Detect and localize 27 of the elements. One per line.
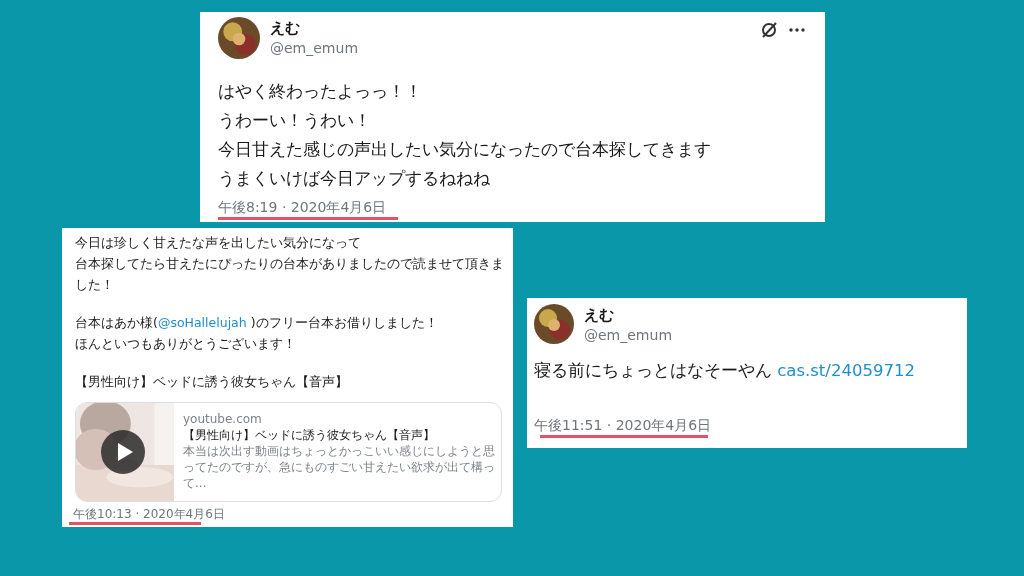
tweet-text: うまくいけば今日アップするねねね [218,167,491,190]
author-handle: @em_emum [584,326,672,345]
link-description: 本当は次出す動画はちょっとかっこいい感じにしようと思ってたのですが、急にものすごい甘えたい欲求が出て構って... [183,443,495,491]
link-domain: youtube.com [183,411,263,427]
author-name: えむ [584,305,615,325]
tweet-text: 寝る前にちょっとはなそーやん cas.st/24059712 [534,360,916,382]
tweet-text: ほんといつもありがとうございます！ [75,335,297,353]
author-handle: @em_emum [270,39,358,58]
link-preview-card[interactable]: youtube.com 【男性向け】ベッドに誘う彼女ちゃん【音声】 本当は次出す動画はちょっとかっこいい感じにしようと思ってたのですが、急にものすごい甘えたい欲求が出て構って... [75,402,502,502]
tweet-text: 今日甘えた感じの声出したい気分になったので台本探してきます [218,138,712,161]
timestamp: 午後8:19 · 2020年4月6日 [218,198,387,217]
play-icon[interactable] [101,430,145,474]
slashed-circle-icon[interactable] [759,20,779,40]
tweet-text: 【男性向け】ベッドに誘う彼女ちゃん【音声】 [75,373,349,391]
tweet-text: 台本はあか様(@soHallelujah )のフリー台本お借りしました！ [75,314,439,332]
tweet-text: 今日は珍しく甘えたな声を出したい気分になって [75,234,362,252]
author-name: えむ [270,18,301,38]
timestamp: 午後11:51 · 2020年4月6日 [534,416,712,435]
link[interactable]: @soHallelujah [157,315,247,330]
tweet-text: うわーい！うわい！ [218,109,372,132]
link[interactable]: cas.st/24059712 [777,361,915,380]
avatar [534,304,574,344]
link-title: 【男性向け】ベッドに誘う彼女ちゃん【音声】 [183,427,436,443]
timestamp: 午後10:13 · 2020年4月6日 [73,506,225,522]
avatar [218,17,260,59]
tweet-text: 台本探してたら甘えたにぴったりの台本がありましたので読ませて頂きました！ [75,255,505,294]
tweet-text: はやく終わったよっっ！！ [218,80,423,103]
